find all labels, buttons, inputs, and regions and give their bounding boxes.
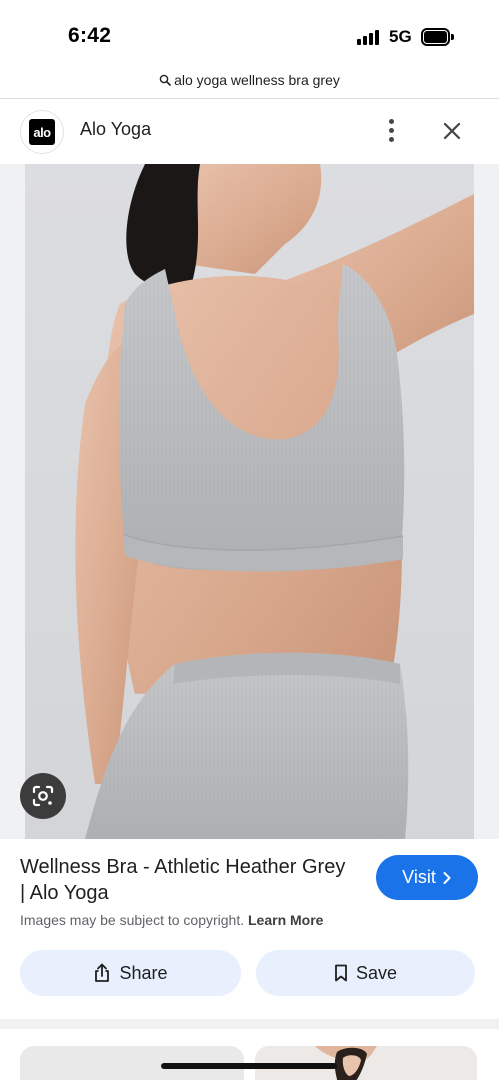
close-icon[interactable]: [438, 117, 466, 145]
visit-button[interactable]: Visit: [376, 855, 478, 900]
copyright-text: Images may be subject to copyright.: [20, 912, 245, 928]
bookmark-icon: [335, 964, 347, 982]
visit-label: Visit: [402, 867, 436, 887]
status-bar: 6:42 5G: [0, 0, 499, 62]
source-logo[interactable]: alo: [20, 110, 64, 154]
share-icon: [95, 963, 110, 982]
chevron-right-icon: [443, 871, 451, 884]
section-divider: [0, 1019, 499, 1029]
home-indicator: [161, 1063, 337, 1069]
product-image[interactable]: [25, 164, 474, 839]
learn-more-link[interactable]: Learn More: [248, 912, 323, 928]
source-header: alo Alo Yoga: [0, 99, 499, 163]
search-icon: [159, 74, 171, 86]
google-lens-icon[interactable]: [20, 773, 66, 819]
image-viewer[interactable]: [0, 164, 499, 839]
network-type: 5G: [389, 27, 412, 46]
result-info: Wellness Bra - Athletic Heather Grey | A…: [0, 839, 499, 1019]
url-query: alo yoga wellness bra grey: [174, 72, 340, 88]
source-name[interactable]: Alo Yoga: [80, 119, 151, 140]
save-label: Save: [355, 962, 398, 983]
share-label: Share: [119, 962, 168, 983]
battery-icon: [421, 28, 454, 46]
signal-icon: [357, 29, 383, 45]
result-title[interactable]: Wellness Bra - Athletic Heather Grey | A…: [20, 854, 350, 906]
url-bar[interactable]: alo yoga wellness bra grey: [0, 66, 499, 94]
share-button[interactable]: Share: [20, 950, 241, 996]
related-images: [0, 1029, 499, 1080]
source-logo-text: alo: [29, 119, 55, 145]
copyright-notice: Images may be subject to copyright. Lear…: [20, 912, 323, 928]
status-time: 6:42: [68, 24, 112, 47]
more-vert-icon[interactable]: [378, 115, 404, 145]
save-button[interactable]: Save: [256, 950, 475, 996]
